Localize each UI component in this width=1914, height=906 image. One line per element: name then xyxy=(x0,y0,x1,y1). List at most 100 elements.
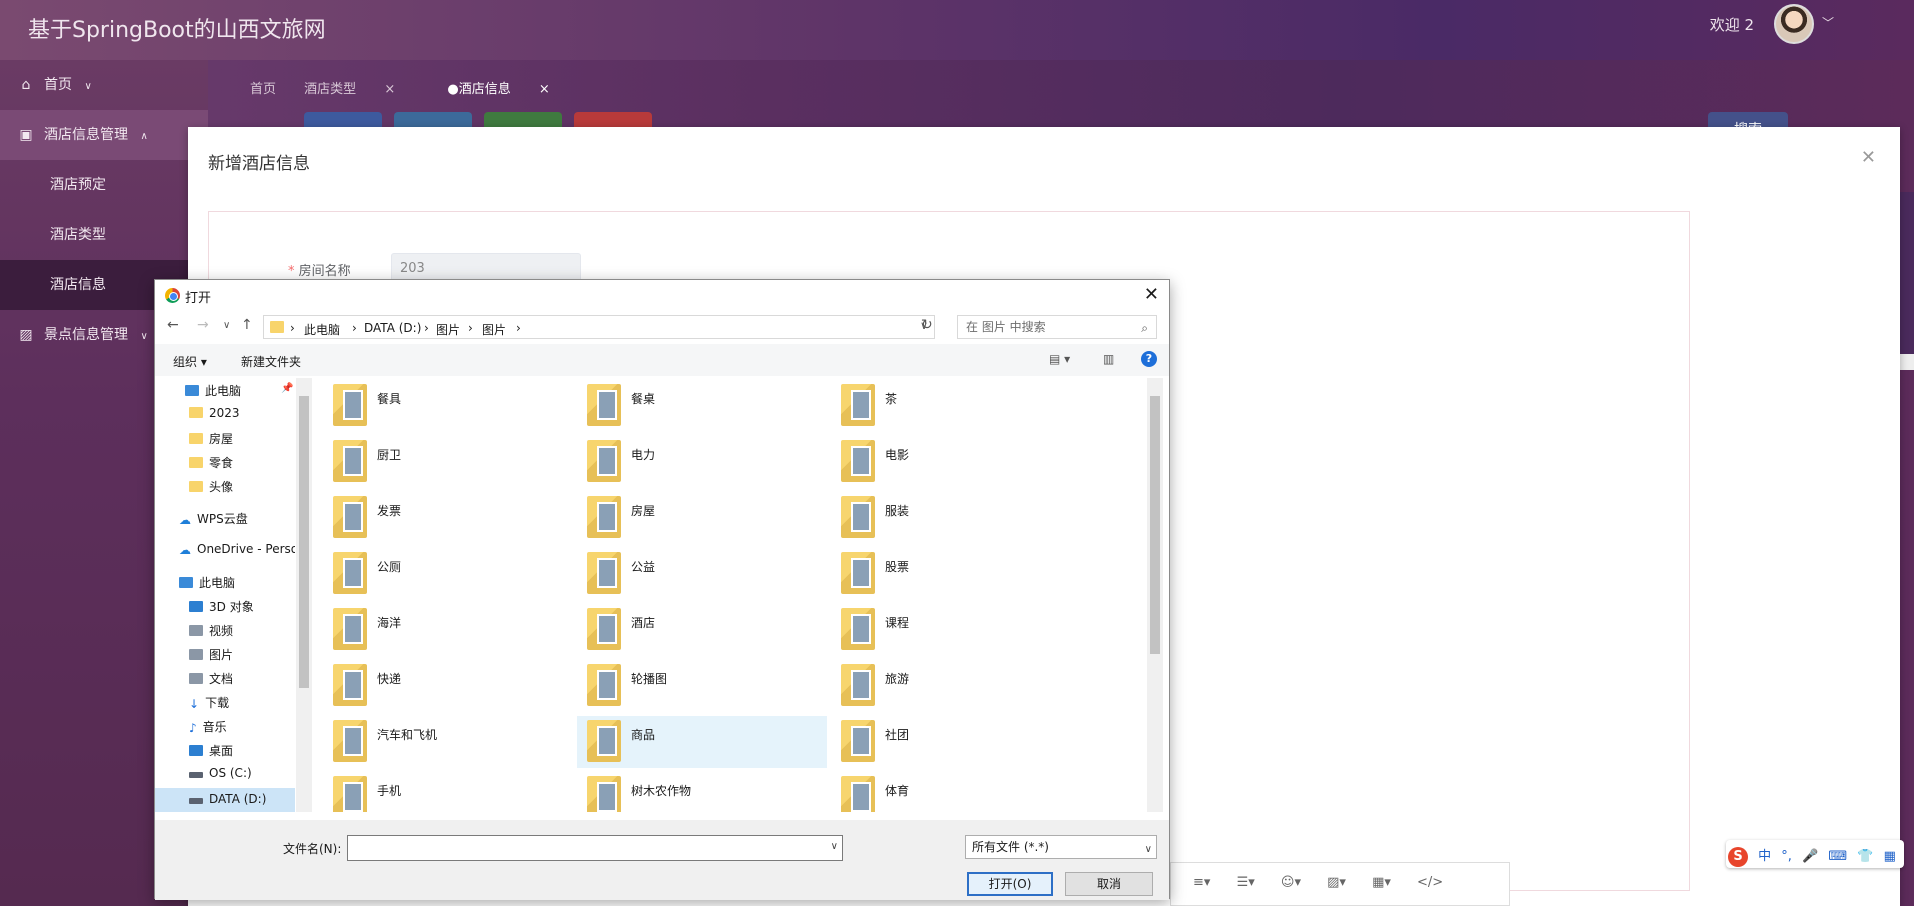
folder-name: 厨卫 xyxy=(377,448,402,462)
folder-item[interactable]: 电力 xyxy=(577,436,827,488)
folder-grid-scrollbar-thumb[interactable] xyxy=(1150,396,1160,654)
view-options-icon[interactable]: ▤ ▾ xyxy=(1049,352,1070,366)
avatar[interactable] xyxy=(1774,4,1814,44)
folder-item[interactable]: 汽车和飞机 xyxy=(323,716,573,768)
forward-icon[interactable]: → xyxy=(197,317,209,333)
folder-thumbnail xyxy=(597,726,617,756)
breadcrumb-item[interactable]: 图片 xyxy=(482,321,506,338)
up-icon[interactable]: ↑ xyxy=(241,317,253,333)
help-icon[interactable]: ? xyxy=(1141,351,1157,367)
tree-item-pictures[interactable]: 图片 xyxy=(189,646,233,663)
tree-item-onedrive[interactable]: ☁ OneDrive - Perso xyxy=(179,542,295,557)
refresh-icon[interactable]: ↻ xyxy=(921,317,933,333)
tree-item-folder[interactable]: 头像 xyxy=(189,478,233,495)
folder-item[interactable]: 体育 xyxy=(831,772,1081,812)
folder-item[interactable]: 房屋 xyxy=(577,492,827,544)
folder-item[interactable]: 公益 xyxy=(577,548,827,600)
folder-item[interactable]: 旅游 xyxy=(831,660,1081,712)
folder-item[interactable]: 轮播图 xyxy=(577,660,827,712)
close-icon[interactable]: ✕ xyxy=(1861,147,1876,168)
folder-name: 电力 xyxy=(631,448,656,462)
tab-hotel-info[interactable]: ●酒店信息 × xyxy=(447,82,573,97)
filename-input[interactable]: ∨ xyxy=(347,835,843,861)
folder-item[interactable]: 社团 xyxy=(831,716,1081,768)
sidebar-item-hotel-management[interactable]: ▣ 酒店信息管理 ∧ xyxy=(0,110,208,160)
folder-item[interactable]: 手机 xyxy=(323,772,573,812)
folder-item[interactable]: 发票 xyxy=(323,492,573,544)
tree-item-folder[interactable]: 房屋 xyxy=(189,430,233,447)
organize-button[interactable]: 组织 ▾ xyxy=(173,353,207,370)
search-input[interactable]: 在 图片 中搜索 ⌕ xyxy=(957,315,1157,339)
tree-item-wps-cloud[interactable]: ☁ WPS云盘 xyxy=(179,510,248,527)
tree-item-folder[interactable]: 2023 xyxy=(189,406,240,420)
sidebar-item-home[interactable]: ⌂ 首页 ∨ xyxy=(0,60,208,110)
ime-language[interactable]: 中 xyxy=(1758,845,1771,864)
folder-item[interactable]: 服装 xyxy=(831,492,1081,544)
table-icon[interactable]: ▦▾ xyxy=(1372,875,1391,890)
chevron-down-icon[interactable]: ∨ xyxy=(831,841,838,852)
chevron-down-icon[interactable]: ﹀ xyxy=(1822,14,1834,31)
recent-locations-icon[interactable]: ∨ xyxy=(223,320,230,331)
folder-item[interactable]: 海洋 xyxy=(323,604,573,656)
punctuation-icon[interactable]: °, xyxy=(1781,849,1792,864)
preview-pane-icon[interactable]: ▥ xyxy=(1103,352,1114,366)
indent-icon[interactable]: ☰▾ xyxy=(1237,875,1255,890)
tree-label: 此电脑 xyxy=(205,384,242,398)
folder-item[interactable]: 课程 xyxy=(831,604,1081,656)
tree-item-3d-objects[interactable]: 3D 对象 xyxy=(189,598,254,615)
address-bar[interactable]: › 此电脑 › DATA (D:) › 图片 › 图片 › ∨ xyxy=(263,315,935,339)
folder-item[interactable]: 商品 xyxy=(577,716,827,768)
folder-item[interactable]: 酒店 xyxy=(577,604,827,656)
tab-home[interactable]: 首页 xyxy=(250,82,276,97)
folder-item[interactable]: 电影 xyxy=(831,436,1081,488)
breadcrumb-item[interactable]: DATA (D:) xyxy=(364,321,421,335)
open-button[interactable]: 打开(O) xyxy=(967,872,1053,896)
tree-scrollbar-thumb[interactable] xyxy=(299,396,309,688)
dialog-titlebar[interactable]: 打开 ✕ xyxy=(155,280,1169,310)
close-icon[interactable]: ✕ xyxy=(1144,284,1159,305)
tree-item-drive-d[interactable]: DATA (D:) xyxy=(189,792,266,806)
tab-bar: 首页 酒店类型 × ●酒店信息 × xyxy=(250,78,598,97)
filetype-select[interactable]: 所有文件 (*.*) ∨ xyxy=(965,835,1157,859)
tree-item-this-pc[interactable]: 此电脑 xyxy=(185,382,241,399)
image-icon[interactable]: ▨▾ xyxy=(1327,875,1346,890)
back-icon[interactable]: ← xyxy=(167,317,179,333)
microphone-icon[interactable]: 🎤 xyxy=(1802,849,1818,864)
sidebar-item-hotel-type[interactable]: 酒店类型 xyxy=(0,210,208,260)
breadcrumb-item[interactable]: 此电脑 xyxy=(304,321,340,338)
keyboard-icon[interactable]: ⌨ xyxy=(1828,849,1847,864)
folder-thumbnail xyxy=(343,614,363,644)
breadcrumb-item[interactable]: 图片 xyxy=(436,321,460,338)
emoji-icon[interactable]: ☺▾ xyxy=(1281,875,1301,890)
folder-item[interactable]: 快递 xyxy=(323,660,573,712)
folder-item[interactable]: 厨卫 xyxy=(323,436,573,488)
align-icon[interactable]: ≡▾ xyxy=(1193,875,1210,890)
folder-item[interactable]: 树木农作物 xyxy=(577,772,827,812)
folder-item[interactable]: 公厕 xyxy=(323,548,573,600)
close-icon[interactable]: × xyxy=(384,82,395,97)
tree-item-desktop[interactable]: 桌面 xyxy=(189,742,233,759)
folder-item[interactable]: 餐桌 xyxy=(577,380,827,432)
tree-item-this-pc[interactable]: 此电脑 xyxy=(179,574,235,591)
cloud-icon: ☁ xyxy=(179,543,191,557)
folder-thumbnail xyxy=(597,502,617,532)
folder-thumbnail xyxy=(851,390,871,420)
tree-item-drive-c[interactable]: OS (C:) xyxy=(189,766,252,780)
tree-item-documents[interactable]: 文档 xyxy=(189,670,233,687)
close-icon[interactable]: × xyxy=(539,82,550,97)
tree-item-folder[interactable]: 零食 xyxy=(189,454,233,471)
sidebar-item-hotel-booking[interactable]: 酒店预定 xyxy=(0,160,208,210)
sogou-logo-icon[interactable]: S xyxy=(1728,847,1748,867)
tab-hotel-type[interactable]: 酒店类型 × xyxy=(304,82,419,97)
folder-item[interactable]: 餐具 xyxy=(323,380,573,432)
skin-icon[interactable]: 👕 xyxy=(1857,849,1873,864)
folder-item[interactable]: 股票 xyxy=(831,548,1081,600)
tree-item-videos[interactable]: 视频 xyxy=(189,622,233,639)
code-icon[interactable]: </> xyxy=(1417,875,1443,890)
cancel-button[interactable]: 取消 xyxy=(1065,872,1153,896)
folder-item[interactable]: 茶 xyxy=(831,380,1081,432)
new-folder-button[interactable]: 新建文件夹 xyxy=(241,353,301,370)
tree-item-downloads[interactable]: ↓ 下载 xyxy=(189,694,229,711)
toolbox-icon[interactable]: ▦ xyxy=(1884,849,1896,864)
tree-item-music[interactable]: ♪ 音乐 xyxy=(189,718,227,735)
